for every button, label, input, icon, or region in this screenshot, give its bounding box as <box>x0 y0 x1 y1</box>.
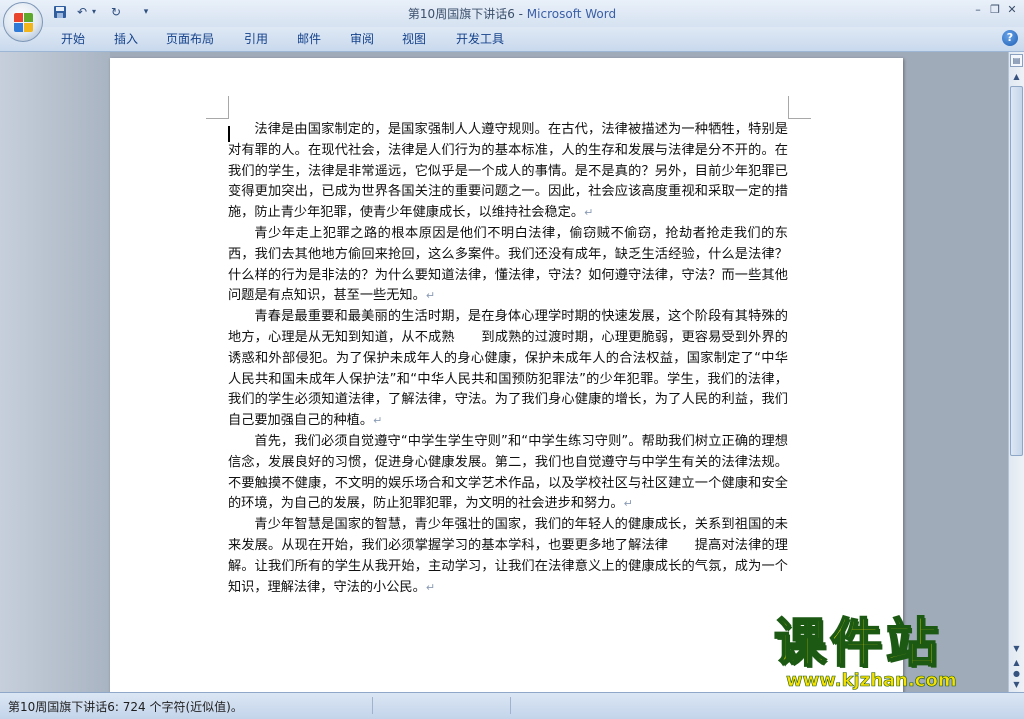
app-name: Microsoft Word <box>526 7 617 21</box>
tab-developer[interactable]: 开发工具 <box>456 31 504 47</box>
document-body[interactable]: 法律是由国家制定的，是国家强制人人遵守规则。在古代，法律被描述为一种牺牲，特别是… <box>228 120 788 598</box>
watermark-logo-url: www.kjzhan.com <box>786 670 957 692</box>
scrollbar-thumb[interactable] <box>1010 86 1023 456</box>
document-name: 第10周国旗下讲话6 <box>407 7 515 21</box>
title-bar: ↶ ▾ ↻ ▾ 第10周国旗下讲话6 - Microsoft Word – ❐ … <box>0 0 1024 27</box>
paragraph-text: 首先，我们必须自觉遵守“中学生学生守则”和“中学生练习守则”。帮助我们树立正确的… <box>228 433 788 512</box>
undo-dropdown-icon[interactable]: ▾ <box>86 4 102 20</box>
restore-icon[interactable]: ❐ <box>987 2 1003 18</box>
help-icon[interactable]: ? <box>1002 30 1018 46</box>
tab-page-layout[interactable]: 页面布局 <box>166 31 214 47</box>
tab-insert[interactable]: 插入 <box>114 31 138 47</box>
title-separator: - <box>514 7 527 21</box>
status-separator <box>510 697 511 714</box>
paragraph-5[interactable]: 青少年智慧是国家的智慧，青少年强壮的国家，我们的年轻人的健康成长，关系到祖国的未… <box>228 515 788 598</box>
view-ruler-icon[interactable]: ▤ <box>1010 54 1023 67</box>
scroll-up-icon[interactable]: ▲ <box>1010 70 1023 84</box>
status-word-count[interactable]: 第10周国旗下讲话6: 724 个字符(近似值)。 <box>8 698 243 715</box>
watermark-logo-title: 课件站 <box>773 613 943 675</box>
vertical-scrollbar[interactable]: ▤ ▲ ▼ ▲ ● ▼ <box>1008 52 1024 692</box>
paragraph-1[interactable]: 法律是由国家制定的，是国家强制人人遵守规则。在古代，法律被描述为一种牺牲，特别是… <box>228 120 788 224</box>
document-margin-background <box>0 52 110 692</box>
tab-mailings[interactable]: 邮件 <box>297 31 321 47</box>
status-bar: 第10周国旗下讲话6: 724 个字符(近似值)。 <box>0 692 1024 719</box>
tab-review[interactable]: 审阅 <box>350 31 374 47</box>
customize-qat-icon[interactable]: ▾ <box>138 4 154 20</box>
tab-view[interactable]: 视图 <box>402 31 426 47</box>
save-icon[interactable] <box>52 4 68 20</box>
margin-corner-top-left <box>206 96 229 119</box>
paragraph-mark-icon: ↵ <box>373 414 383 428</box>
paragraph-text: 青少年智慧是国家的智慧，青少年强壮的国家，我们的年轻人的健康成长，关系到祖国的未… <box>228 517 788 595</box>
paragraph-mark-icon: ↵ <box>425 289 436 303</box>
paragraph-text: 法律是由国家制定的，是国家强制人人遵守规则。在古代，法律被描述为一种牺牲，特别是… <box>228 122 788 221</box>
redo-icon[interactable]: ↻ <box>108 4 124 20</box>
previous-page-icon[interactable]: ▲ <box>1010 658 1023 668</box>
paragraph-text: 青春是最重要和最美丽的生活时期，是在身体心理学时期的快速发展，这个阶段有其特殊的… <box>228 309 788 429</box>
paragraph-mark-icon: ↵ <box>584 206 594 220</box>
ribbon-tab-bar: 开始 插入 页面布局 引用 邮件 审阅 视图 开发工具 ? <box>0 27 1024 52</box>
paragraph-2[interactable]: 青少年走上犯罪之路的根本原因是他们不明白法律，偷窃贼不偷窃，抢劫者抢走我们的东西… <box>228 224 788 307</box>
status-separator <box>372 697 373 714</box>
paragraph-4[interactable]: 首先，我们必须自觉遵守“中学生学生守则”和“中学生练习守则”。帮助我们树立正确的… <box>228 432 788 515</box>
next-page-icon[interactable]: ▼ <box>1010 680 1023 690</box>
office-logo-icon <box>14 13 34 33</box>
margin-corner-top-right <box>788 96 811 119</box>
minimize-icon[interactable]: – <box>970 2 986 18</box>
select-browse-object-icon[interactable]: ● <box>1010 669 1023 679</box>
paragraph-text: 青少年走上犯罪之路的根本原因是他们不明白法律，偷窃贼不偷窃，抢劫者抢走我们的东西… <box>228 225 788 304</box>
scroll-down-icon[interactable]: ▼ <box>1010 642 1023 656</box>
paragraph-3[interactable]: 青春是最重要和最美丽的生活时期，是在身体心理学时期的快速发展，这个阶段有其特殊的… <box>228 307 788 432</box>
paragraph-mark-icon: ↵ <box>623 497 633 511</box>
paragraph-mark-icon: ↵ <box>425 580 436 594</box>
office-button[interactable] <box>3 2 43 42</box>
tab-references[interactable]: 引用 <box>244 31 268 47</box>
close-icon[interactable]: ✕ <box>1004 2 1020 18</box>
document-area: 法律是由国家制定的，是国家强制人人遵守规则。在古代，法律被描述为一种牺牲，特别是… <box>0 52 1008 718</box>
tab-home[interactable]: 开始 <box>61 31 85 47</box>
